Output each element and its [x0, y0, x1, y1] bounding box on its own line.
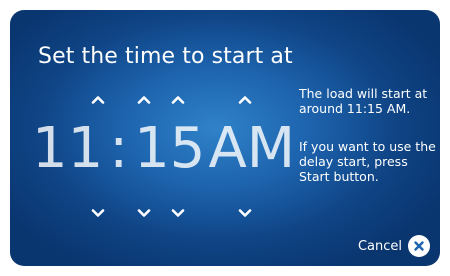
- cancel-label: Cancel: [357, 238, 402, 254]
- minute-ones-digit: 5: [169, 116, 206, 181]
- chevron-down-icon: [238, 208, 252, 217]
- hour-down-button[interactable]: [88, 206, 108, 220]
- minute-tens-down-button[interactable]: [134, 206, 154, 220]
- chevron-up-icon: [238, 95, 252, 104]
- delay-start-screen: Set the time to start at 1 1:1 5 AM The …: [10, 10, 440, 266]
- minute-tens-up-button[interactable]: [134, 92, 154, 106]
- period-down-button[interactable]: [235, 206, 255, 220]
- minute-ones-up-button[interactable]: [168, 92, 188, 106]
- time-separator: :: [109, 116, 129, 181]
- delay-start-instruction: If you want to use the delay start, pres…: [299, 139, 436, 184]
- minute-tens-digit: 1: [134, 116, 170, 181]
- chevron-down-icon: [91, 208, 105, 217]
- hour-up-button[interactable]: [88, 92, 108, 106]
- chevron-up-icon: [137, 95, 151, 104]
- chevron-down-icon: [137, 208, 151, 217]
- time-display: 1 1:1 5 AM: [32, 116, 295, 182]
- screen-title: Set the time to start at: [38, 44, 293, 69]
- chevron-up-icon: [171, 95, 185, 104]
- chevron-down-icon: [171, 208, 185, 217]
- hour-ones-digit: 1: [67, 116, 104, 181]
- hour-tens-digit: 1: [32, 116, 68, 181]
- close-icon[interactable]: [408, 235, 430, 257]
- cancel-button[interactable]: Cancel: [358, 235, 430, 257]
- start-time-info: The load will start at around 11:15 AM.: [299, 86, 428, 116]
- minute-ones-down-button[interactable]: [168, 206, 188, 220]
- period-up-button[interactable]: [235, 92, 255, 106]
- period-value: AM: [208, 116, 296, 181]
- chevron-up-icon: [91, 95, 105, 104]
